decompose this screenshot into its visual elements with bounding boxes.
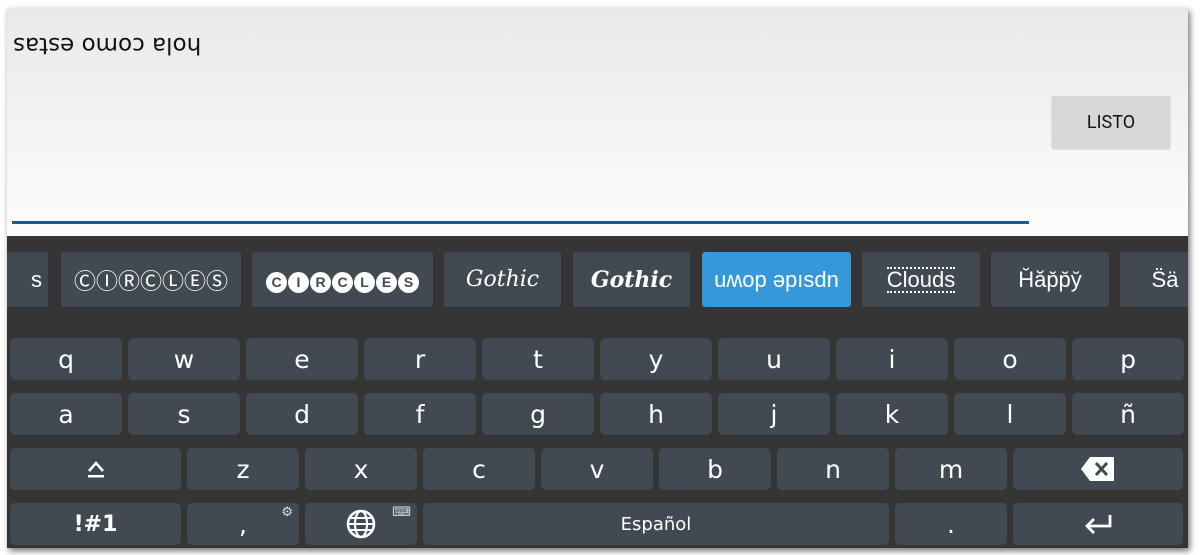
style-chip-happy[interactable]: H̆ăp̆p̆y̆ [991, 252, 1109, 307]
key-q[interactable]: q [10, 338, 122, 380]
key-label: ñ [1120, 399, 1136, 429]
key-label: y [648, 344, 664, 374]
key-y[interactable]: y [600, 338, 712, 380]
key-o[interactable]: o [954, 338, 1066, 380]
key-c[interactable]: c [423, 448, 535, 490]
key-v[interactable]: v [541, 448, 653, 490]
chip-label: uʍop ǝpısdn [714, 266, 839, 292]
shift-key[interactable] [10, 448, 181, 490]
key-label: t [533, 344, 543, 374]
period-key[interactable]: . [895, 503, 1007, 545]
key-label: h [648, 399, 664, 429]
key-label: s [177, 399, 191, 429]
key-label: i [888, 344, 896, 374]
text-input-value[interactable]: hola como estas [13, 32, 201, 58]
key-j[interactable]: j [718, 393, 830, 435]
style-chip-clouds[interactable]: Clouds [862, 252, 980, 307]
enter-icon [1085, 515, 1112, 534]
key-label: x [353, 454, 369, 484]
key-b[interactable]: b [659, 448, 771, 490]
key-label: !#1 [73, 511, 118, 537]
key-label: b [707, 454, 723, 484]
key-label: q [58, 344, 74, 374]
style-chip-sad[interactable]: S̈ä [1120, 252, 1188, 307]
key-n[interactable]: n [777, 448, 889, 490]
key-label: j [770, 399, 778, 429]
style-chip-gothic-bold[interactable]: Gothic [573, 252, 690, 307]
chip-label: CIRCLES [266, 267, 420, 293]
language-key[interactable]: ⌨ [305, 503, 417, 545]
key-label: k [884, 399, 900, 429]
app-window: hola como estas LISTO s ⒸⒾⓇⒸⓁⒺⓈ C I R C L E S Got… [7, 8, 1188, 548]
key-label: c [472, 454, 486, 484]
key-p[interactable]: p [1072, 338, 1184, 380]
key-label: e [294, 344, 310, 374]
key-r[interactable]: r [364, 338, 476, 380]
key-label: r [414, 344, 426, 374]
shift-icon [87, 461, 104, 478]
keyboard: s ⒸⒾⓇⒸⓁⒺⓈ C I R C L E S Gothic Gothic uʍop ǝpısdn Cl… [7, 236, 1188, 548]
style-chip-circles[interactable]: ⒸⒾⓇⒸⓁⒺⓈ [61, 252, 241, 307]
key-label: w [173, 344, 195, 374]
style-chip-partial[interactable]: s [7, 252, 48, 307]
space-key[interactable]: Español [423, 503, 889, 545]
chip-label: S̈ä [1151, 266, 1179, 292]
style-chip-gothic[interactable]: Gothic [444, 252, 561, 307]
globe-icon [346, 509, 376, 539]
chip-label: ⒸⒾⓇⒸⓁⒺⓈ [73, 268, 228, 294]
key-w[interactable]: w [128, 338, 240, 380]
chip-label: s [31, 266, 42, 292]
key-label: v [589, 454, 605, 484]
symbols-key[interactable]: !#1 [10, 503, 181, 545]
key-e[interactable]: e [246, 338, 358, 380]
key-label: l [1006, 399, 1014, 429]
text-editor[interactable]: hola como estas LISTO [7, 8, 1188, 236]
key-g[interactable]: g [482, 393, 594, 435]
key-d[interactable]: d [246, 393, 358, 435]
key-k[interactable]: k [836, 393, 948, 435]
key-f[interactable]: f [364, 393, 476, 435]
enter-key[interactable] [1013, 503, 1183, 545]
input-underline [12, 221, 1029, 224]
key-label: o [1002, 344, 1018, 374]
key-x[interactable]: x [305, 448, 417, 490]
key-label: . [947, 509, 955, 539]
key-label: u [766, 344, 782, 374]
key-label: Español [620, 513, 692, 535]
key-u[interactable]: u [718, 338, 830, 380]
key-label: , [239, 509, 247, 539]
chip-label: Gothic [590, 266, 673, 293]
comma-key[interactable]: , ⚙ [187, 503, 299, 545]
key-label: a [58, 399, 74, 429]
key-label: z [236, 454, 250, 484]
style-chip-circles-filled[interactable]: CIRCLES [252, 252, 433, 307]
gear-icon: ⚙ [281, 505, 293, 520]
key-label: p [1120, 344, 1136, 374]
key-l[interactable]: l [954, 393, 1066, 435]
chip-label: Gothic [465, 267, 540, 292]
chip-label: H̆ăp̆p̆y̆ [1018, 266, 1082, 292]
done-button[interactable]: LISTO [1052, 96, 1170, 148]
chip-label: Clouds [886, 266, 956, 293]
key-label: g [530, 399, 546, 429]
backspace-icon [1081, 457, 1114, 481]
style-chip-upside-down[interactable]: uʍop ǝpısdn [702, 252, 851, 307]
key-z[interactable]: z [187, 448, 299, 490]
key-s[interactable]: s [128, 393, 240, 435]
key-label: n [825, 454, 841, 484]
key-i[interactable]: i [836, 338, 948, 380]
backspace-key[interactable] [1013, 448, 1183, 490]
key-t[interactable]: t [482, 338, 594, 380]
key-ñ[interactable]: ñ [1072, 393, 1184, 435]
key-label: d [294, 399, 310, 429]
key-a[interactable]: a [10, 393, 122, 435]
key-m[interactable]: m [895, 448, 1007, 490]
keyboard-icon: ⌨ [392, 505, 411, 520]
key-label: f [415, 399, 425, 429]
key-label: m [938, 454, 964, 484]
key-h[interactable]: h [600, 393, 712, 435]
